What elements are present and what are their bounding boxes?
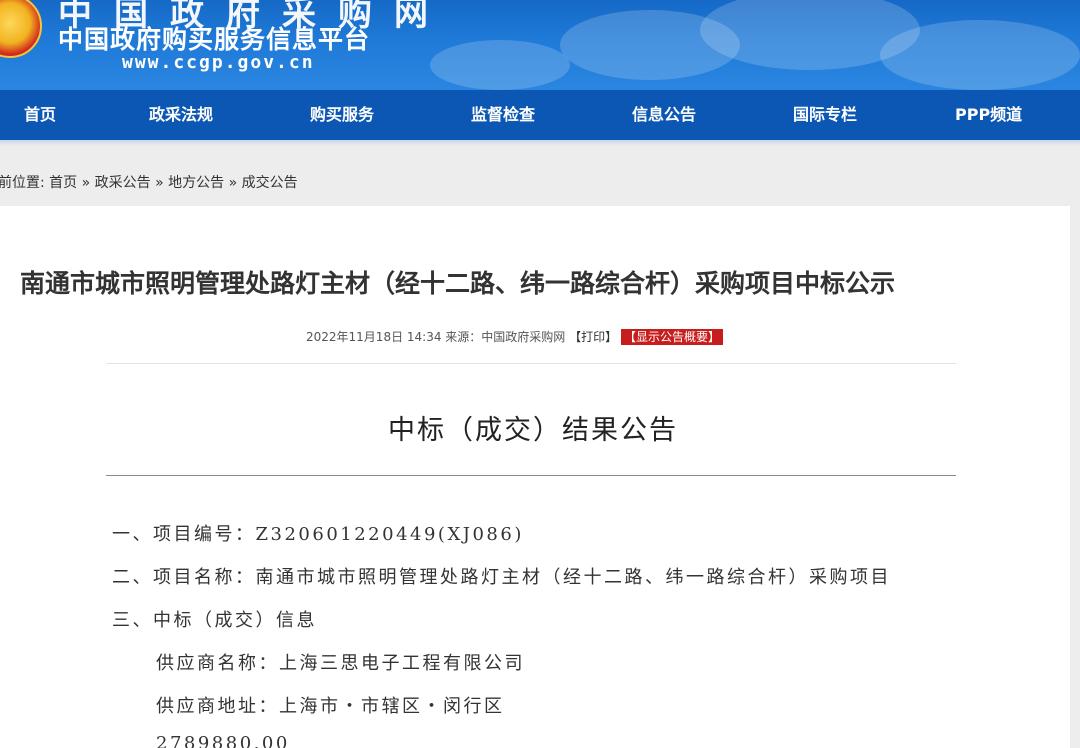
header-banner: 中国政府采购网 中国政府购买服务信息平台 www.ccgp.gov.cn xyxy=(0,0,1080,90)
article-meta: 2022年11月18日 14:34 来源：中国政府采购网 【打印】 【显示公告概… xyxy=(306,328,723,345)
nav-item-ppp[interactable]: PPP频道 xyxy=(955,90,1022,140)
breadcrumb: 前位置: 首页 » 政采公告 » 地方公告 » 成交公告 xyxy=(0,172,298,192)
nav-item-regulations[interactable]: 政采法规 xyxy=(149,90,213,140)
project-number-line: 一、项目编号：Z320601220449(XJ086) xyxy=(112,524,524,545)
award-amount-line: 2789880.00 xyxy=(156,733,290,748)
breadcrumb-prefix: 前位置: xyxy=(0,175,45,191)
nav-item-purchase-services[interactable]: 购买服务 xyxy=(310,90,374,140)
divider xyxy=(106,363,956,364)
project-name-line: 二、项目名称：南通市城市照明管理处路灯主材（经十二路、纬一路综合杆）采购项目 xyxy=(112,567,891,588)
breadcrumb-separator: » xyxy=(228,175,238,191)
supplier-name-line: 供应商名称：上海三思电子工程有限公司 xyxy=(156,653,525,674)
breadcrumb-home[interactable]: 首页 xyxy=(49,175,77,191)
nav-item-supervision[interactable]: 监督检查 xyxy=(471,90,535,140)
breadcrumb-procurement[interactable]: 政采公告 xyxy=(95,175,151,191)
nav-item-home[interactable]: 首页 xyxy=(24,90,56,140)
print-link[interactable]: 【打印】 xyxy=(569,330,617,344)
breadcrumb-separator: » xyxy=(155,175,164,191)
banner-cloud xyxy=(880,20,1080,90)
site-url: www.ccgp.gov.cn xyxy=(122,52,315,73)
site-subtitle: 中国政府购买服务信息平台 xyxy=(58,25,371,54)
show-summary-button[interactable]: 【显示公告概要】 xyxy=(620,329,723,345)
supplier-address-line: 供应商地址：上海市・市辖区・闵行区 xyxy=(156,696,505,717)
breadcrumb-deal[interactable]: 成交公告 xyxy=(242,175,298,191)
breadcrumb-separator: » xyxy=(81,175,91,191)
main-nav: 首页 政采法规 购买服务 监督检查 信息公告 国际专栏 PPP频道 xyxy=(0,90,1080,140)
article-title: 南通市城市照明管理处路灯主材（经十二路、纬一路综合杆）采购项目中标公示 xyxy=(20,269,896,298)
divider xyxy=(106,475,956,476)
award-info-heading: 三、中标（成交）信息 xyxy=(112,610,317,631)
breadcrumb-local[interactable]: 地方公告 xyxy=(168,175,224,191)
publish-info: 2022年11月18日 14:34 来源：中国政府采购网 xyxy=(306,330,566,344)
document-heading: 中标（成交）结果公告 xyxy=(388,415,678,446)
nav-item-announcements[interactable]: 信息公告 xyxy=(632,90,696,140)
nav-item-international[interactable]: 国际专栏 xyxy=(793,90,857,140)
banner-cloud xyxy=(430,40,570,90)
nav-shadow xyxy=(0,140,1080,146)
national-emblem-icon xyxy=(0,0,42,58)
